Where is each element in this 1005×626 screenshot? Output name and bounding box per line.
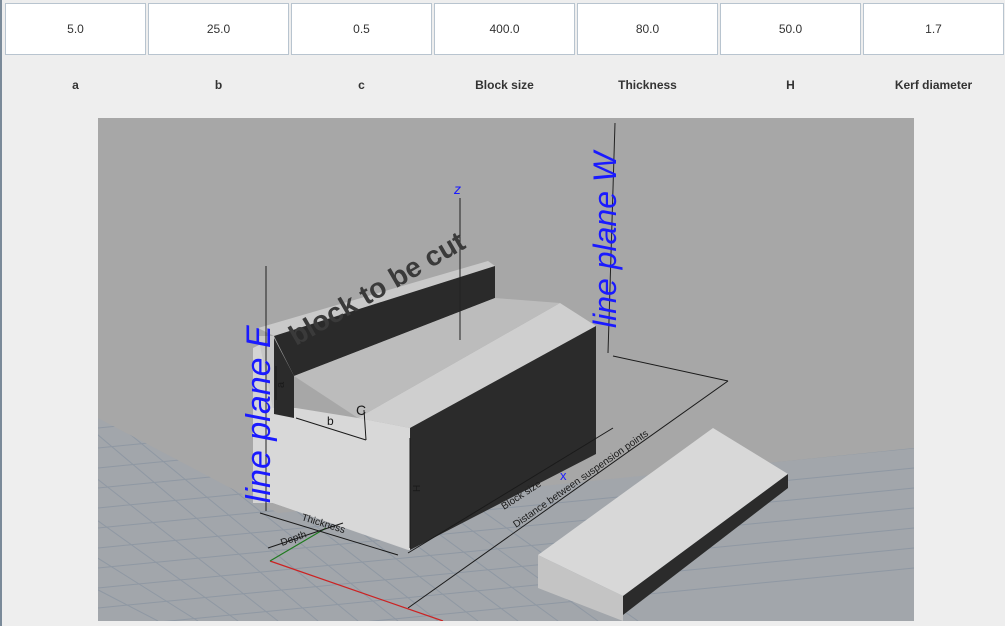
app-window: a b c Block size Thickness H Kerf diamet… — [0, 0, 1005, 626]
dim-c-label: C — [356, 402, 366, 418]
param-a-field[interactable] — [5, 3, 146, 55]
param-thickness-field[interactable] — [577, 3, 718, 55]
3d-viewport[interactable]: line plane E line plane W z x block to b… — [98, 118, 914, 621]
param-h-label: H — [786, 78, 795, 92]
param-thickness-label: Thickness — [618, 78, 677, 92]
axis-z-label: z — [453, 181, 461, 197]
param-b-field[interactable] — [148, 3, 289, 55]
param-kerf-diameter-field[interactable] — [863, 3, 1004, 55]
plane-w-label: line plane W — [587, 149, 623, 328]
param-c-label: c — [358, 78, 365, 92]
dim-a-label: a — [275, 381, 287, 388]
parameter-fields — [5, 3, 1004, 55]
param-block-size-field[interactable] — [434, 3, 575, 55]
param-block-size-label: Block size — [475, 78, 534, 92]
param-c-field[interactable] — [291, 3, 432, 55]
param-kerf-diameter-label: Kerf diameter — [894, 78, 973, 92]
dim-h-label: H — [412, 485, 423, 492]
dim-b-label: b — [327, 414, 334, 428]
axis-x-label: x — [560, 468, 567, 483]
parameter-labels: a b c Block size Thickness H Kerf diamet… — [5, 78, 1004, 92]
param-h-field[interactable] — [720, 3, 861, 55]
plane-e-label: line plane E — [240, 325, 278, 503]
param-b-label: b — [214, 78, 223, 92]
param-a-label: a — [72, 78, 79, 92]
